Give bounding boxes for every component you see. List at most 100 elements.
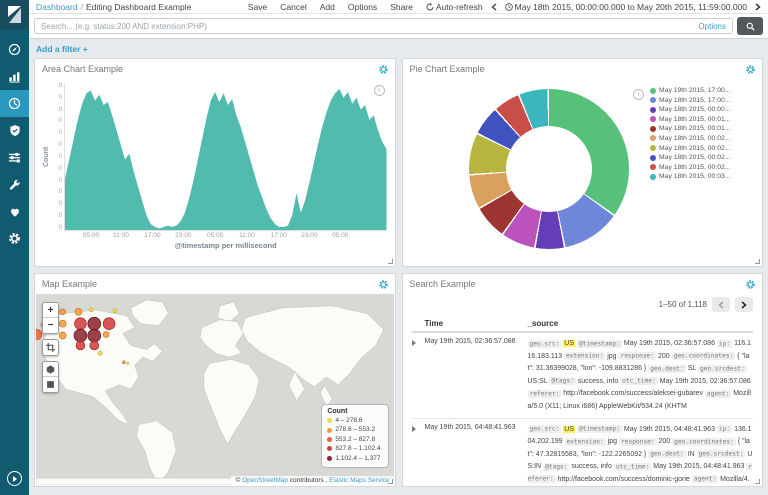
column-header-source[interactable]: _source <box>528 319 754 328</box>
sidebar-item-dev-tools[interactable] <box>0 171 29 198</box>
map-fit-bounds-button[interactable] <box>43 340 58 355</box>
legend-item[interactable]: May 18th 2015, 00:03... <box>650 173 756 180</box>
donut-chart[interactable] <box>469 89 629 249</box>
map-bubble[interactable] <box>98 351 102 355</box>
panel-resize-handle[interactable] <box>755 259 760 264</box>
map-bubble[interactable] <box>103 332 109 338</box>
bar-chart-icon <box>8 70 21 83</box>
expand-row-button[interactable] <box>412 424 425 432</box>
time-forward-button[interactable] <box>755 3 761 11</box>
y-tick-label: 0 <box>53 83 62 89</box>
legend-toggle-button[interactable]: ‹ <box>374 85 385 96</box>
refresh-icon <box>426 3 434 11</box>
map-legend-item: 278.6 – 553.2 <box>327 425 380 434</box>
search-input-box: Options <box>34 18 733 34</box>
auto-refresh-button[interactable]: Auto-refresh <box>426 2 483 12</box>
search-submit-button[interactable] <box>737 17 763 35</box>
map-canvas[interactable]: + − <box>36 294 394 485</box>
search-input[interactable] <box>41 22 698 31</box>
openstreetmap-link[interactable]: OpenStreetMap <box>242 477 288 484</box>
legend-item[interactable]: May 18th 2015, 00:02... <box>650 164 756 171</box>
panel-settings-button[interactable] <box>378 64 389 75</box>
topnav-menu-item-cancel[interactable]: Cancel <box>280 2 306 12</box>
map-zoom-out-button[interactable]: − <box>43 318 58 333</box>
map-bubble[interactable] <box>122 361 125 364</box>
map-bubble[interactable] <box>90 341 99 350</box>
column-header-time[interactable]: Time <box>425 319 528 328</box>
map-draw-polygon-button[interactable] <box>43 362 58 377</box>
map-bubble[interactable] <box>74 329 87 342</box>
map-bubble[interactable] <box>88 329 101 342</box>
land-europe <box>200 320 243 358</box>
gear-icon <box>378 279 389 290</box>
legend-item[interactable]: May 18th 2015, 00:00... <box>650 106 756 113</box>
sidebar-item-dashboard[interactable] <box>0 90 29 117</box>
legend-item[interactable]: May 18th 2015, 00:01... <box>650 116 756 123</box>
legend-color-dot <box>650 88 656 94</box>
next-page-button[interactable] <box>735 297 753 312</box>
sidebar-item-settings[interactable] <box>0 225 29 252</box>
map-bubble[interactable] <box>88 317 101 330</box>
time-back-button[interactable] <box>491 3 497 11</box>
panel-title: Map Example <box>42 279 97 289</box>
sidebar-item-discover[interactable] <box>0 36 29 63</box>
legend-item[interactable]: May 18th 2015, 17:00... <box>650 97 756 104</box>
search-options-link[interactable]: Options <box>698 22 726 31</box>
map-bubble[interactable] <box>113 309 117 313</box>
area-plot[interactable]: ‹ <box>64 83 387 231</box>
breadcrumb-dashboard-link[interactable]: Dashboard <box>36 2 78 12</box>
map-bubble[interactable] <box>59 332 66 339</box>
topnav-menu-item-add[interactable]: Add <box>320 2 335 12</box>
legend-item[interactable]: May 18th 2015, 00:02... <box>650 135 756 142</box>
sidebar-item-visualize[interactable] <box>0 63 29 90</box>
map-draw-rectangle-button[interactable] <box>43 377 58 392</box>
sidebar-item-indices[interactable] <box>0 144 29 171</box>
legend-item[interactable]: May 18th 2015, 00:02... <box>650 154 756 161</box>
panel-settings-button[interactable] <box>378 279 389 290</box>
map-bubble[interactable] <box>127 362 129 364</box>
add-filter-link[interactable]: Add a filter + <box>36 44 88 54</box>
topnav-menu-item-share[interactable]: Share <box>390 2 413 12</box>
legend-item[interactable]: May 19th 2015, 17:00... <box>650 87 756 94</box>
map-bubble[interactable] <box>59 320 66 327</box>
panel-settings-button[interactable] <box>745 64 756 75</box>
map-zoom-in-button[interactable]: + <box>43 303 58 318</box>
map-legend-label: 278.6 – 553.2 <box>335 425 375 434</box>
field-key: utc_time: <box>620 377 658 385</box>
sidebar-item-status[interactable] <box>0 198 29 225</box>
map-bubble[interactable] <box>75 308 82 315</box>
field-key: geo.src: <box>528 425 562 433</box>
kibana-logo-icon <box>5 5 24 24</box>
legend-label: May 18th 2015, 00:00... <box>659 106 730 113</box>
field-value: May 19th 2015, 02:36:57.086 <box>624 340 715 347</box>
legend-item[interactable]: May 18th 2015, 00:02... <box>650 145 756 152</box>
field-key: ip: <box>717 425 732 433</box>
chevron-right-icon <box>755 3 761 11</box>
elastic-maps-service-link[interactable]: Elastic Maps Service <box>329 477 389 484</box>
map-bubble[interactable] <box>76 341 85 350</box>
map-bubble[interactable] <box>103 318 115 330</box>
panel-resize-handle[interactable] <box>755 479 760 484</box>
panel-resize-handle[interactable] <box>388 259 393 264</box>
time-range-picker[interactable]: May 18th 2015, 00:00:00.000 to May 20th … <box>505 2 747 12</box>
kibana-logo[interactable] <box>0 0 29 29</box>
map-bubble[interactable] <box>60 309 66 315</box>
breadcrumb-separator: / <box>81 2 83 12</box>
chevron-left-icon <box>491 3 497 11</box>
panel-area-chart: Area Chart Example Count 0000000000000 <box>34 58 396 267</box>
topnav-menu-item-options[interactable]: Options <box>348 2 377 12</box>
panel-settings-button[interactable] <box>745 279 756 290</box>
panel-resize-handle[interactable] <box>388 479 393 484</box>
map-bubble[interactable] <box>89 308 93 312</box>
previous-page-button[interactable] <box>712 297 730 312</box>
legend-label: May 18th 2015, 00:02... <box>659 164 730 171</box>
legend-toggle-button[interactable]: › <box>633 89 644 100</box>
topnav-menu-item-save[interactable]: Save <box>248 2 267 12</box>
field-value: success, info <box>578 378 618 385</box>
legend-item[interactable]: May 18th 2015, 00:01... <box>650 125 756 132</box>
sidebar-item-shield[interactable] <box>0 117 29 144</box>
sidebar-collapse-button[interactable] <box>7 471 22 486</box>
map-bubble[interactable] <box>75 318 87 330</box>
field-key: response: <box>619 438 657 446</box>
expand-row-button[interactable] <box>412 338 425 346</box>
